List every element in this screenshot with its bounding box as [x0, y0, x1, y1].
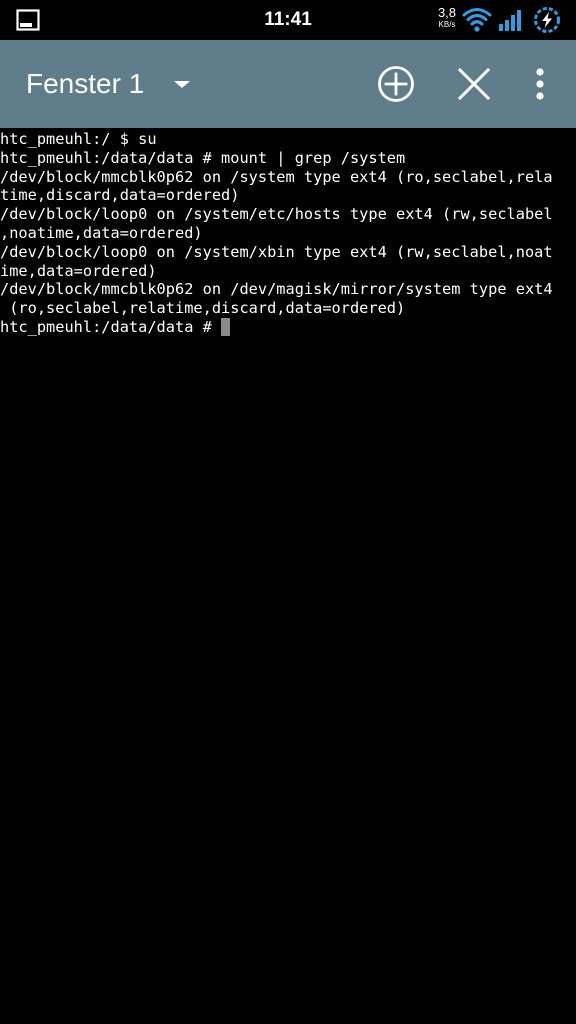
terminal-line: /dev/block/loop0 on /system/xbin type ex…	[0, 242, 553, 261]
terminal-view[interactable]: htc_pmeuhl:/ $ su htc_pmeuhl:/data/data …	[0, 130, 576, 1024]
terminal-cursor	[221, 317, 231, 336]
terminal-line: (ro,seclabel,relatime,discard,data=order…	[0, 299, 406, 318]
terminal-line: ,noatime,data=ordered)	[0, 223, 203, 242]
window-title[interactable]: Fenster 1	[26, 40, 144, 128]
terminal-line: /dev/block/mmcblk0p62 on /system type ex…	[0, 167, 553, 186]
cellular-signal-icon	[498, 9, 524, 31]
add-window-button[interactable]	[372, 60, 420, 108]
close-icon	[450, 60, 498, 108]
terminal-prompt: htc_pmeuhl:/data/data #	[0, 317, 222, 336]
close-window-button[interactable]	[450, 60, 498, 108]
wifi-icon	[462, 7, 492, 33]
action-bar: Fenster 1	[0, 40, 576, 128]
network-speed-value: 3,8	[437, 5, 457, 20]
terminal-line: ime,data=ordered)	[0, 261, 157, 280]
terminal-line: /dev/block/mmcblk0p62 on /dev/magisk/mir…	[0, 280, 553, 299]
status-bar: 11:41 3,8 KB/s	[0, 0, 576, 40]
network-speed: 3,8 KB/s	[430, 5, 464, 30]
caret-down-icon[interactable]	[168, 72, 196, 96]
battery-charging-icon	[533, 6, 561, 34]
terminal-line: time,discard,data=ordered)	[0, 186, 240, 205]
add-circle-icon	[372, 60, 420, 108]
network-speed-unit: KB/s	[438, 20, 456, 29]
terminal-line: htc_pmeuhl:/data/data # mount | grep /sy…	[0, 148, 406, 167]
screen: 11:41 3,8 KB/s Fenster 1 htc_pmeuhl:/ $ …	[0, 0, 576, 1024]
terminal-prompt-line: htc_pmeuhl:/data/data #	[0, 317, 576, 337]
more-vertical-icon	[516, 60, 564, 108]
overflow-menu-button[interactable]	[516, 60, 564, 108]
terminal-line: /dev/block/loop0 on /system/etc/hosts ty…	[0, 205, 553, 224]
terminal-line: htc_pmeuhl:/ $ su	[0, 130, 157, 148]
terminal-notification-icon	[16, 8, 40, 32]
